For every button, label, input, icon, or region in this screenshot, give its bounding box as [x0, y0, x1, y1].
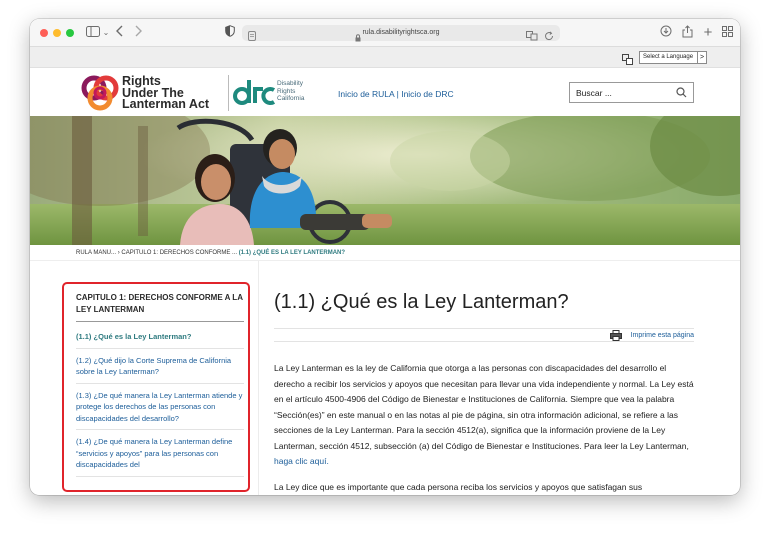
breadcrumb-current: (1.1) ¿QUÉ ES LA LEY LANTERMAN?	[238, 250, 346, 256]
translate-page-icon[interactable]	[526, 28, 538, 41]
address-bar[interactable]: rula.disabilityrightsca.org	[242, 25, 560, 42]
drc-logo-text: Disability Rights California	[277, 80, 305, 102]
nav-link-rula-home[interactable]: Inicio de RULA	[338, 89, 394, 99]
print-page-link[interactable]: Imprime esta página	[631, 330, 694, 342]
site-header: Rights Under The Lanterman Act Disabilit…	[30, 68, 740, 116]
sidebar-list: (1.1) ¿Qué es la Ley Lanterman? (1.2) ¿Q…	[76, 325, 244, 477]
sidebar-item-1-4[interactable]: (1.4) ¿De qué manera la Ley Lanterman de…	[76, 430, 244, 477]
sidebar-heading: CAPITULO 1: DERECHOS CONFORME A LA LEY L…	[76, 293, 243, 314]
printer-icon[interactable]	[610, 330, 622, 341]
search-box	[569, 82, 694, 103]
translate-icon	[622, 52, 633, 65]
drc-logo-icon[interactable]	[233, 78, 275, 108]
content-paragraph-2: La Ley dice que es importante que cada p…	[274, 482, 643, 492]
download-icon[interactable]	[660, 25, 672, 41]
back-icon[interactable]	[114, 25, 126, 41]
sidebar-item-1-1[interactable]: (1.1) ¿Qué es la Ley Lanterman?	[76, 325, 244, 349]
page-title: (1.1) ¿Qué es la Ley Lanterman?	[274, 291, 569, 313]
sidebar-item-1-2[interactable]: (1.2) ¿Qué dijo la Corte Suprema de Cali…	[76, 349, 244, 384]
chevron-right-icon: >	[697, 52, 706, 63]
breadcrumb-item-chapter[interactable]: CAPITULO 1: DERECHOS CONFORME ...	[121, 250, 237, 256]
header-divider	[228, 75, 229, 111]
zoom-window-button[interactable]	[66, 29, 74, 37]
minimize-window-button[interactable]	[53, 29, 61, 37]
search-input[interactable]	[576, 83, 676, 102]
header-nav: Inicio de RULA | Inicio de DRC	[338, 89, 454, 99]
rula-logo-icon[interactable]	[80, 75, 120, 111]
browser-window: ⌄ rula.disabilityrightsca.org + Select a…	[30, 19, 740, 495]
search-icon[interactable]	[676, 87, 687, 98]
content-paragraph-1: La Ley Lanterman es la ley de California…	[274, 363, 694, 466]
nav-separator: |	[396, 89, 399, 99]
print-row: Imprime esta página	[274, 328, 694, 342]
language-select[interactable]: Select a Language >	[639, 51, 707, 64]
close-window-button[interactable]	[40, 29, 48, 37]
chapter-sidebar: CAPITULO 1: DERECHOS CONFORME A LA LEY L…	[62, 282, 250, 492]
tab-overview-icon[interactable]	[721, 25, 733, 41]
privacy-shield-icon[interactable]	[224, 25, 236, 41]
new-tab-icon[interactable]: +	[702, 25, 714, 41]
url-text: rula.disabilityrightsca.org	[362, 29, 440, 36]
breadcrumb-item-manual[interactable]: RULA MANU...	[76, 250, 116, 256]
lanterman-law-link[interactable]: haga clic aquí.	[274, 456, 329, 466]
sidebar-item-1-3[interactable]: (1.3) ¿De qué manera la Ley Lanterman at…	[76, 384, 244, 430]
column-divider	[258, 261, 259, 495]
language-bar: Select a Language >	[30, 47, 740, 68]
nav-link-drc-home[interactable]: Inicio de DRC	[401, 89, 453, 99]
browser-toolbar: ⌄ rula.disabilityrightsca.org +	[30, 19, 740, 47]
breadcrumb: RULA MANU... › CAPITULO 1: DERECHOS CONF…	[30, 245, 740, 261]
hero-image	[30, 116, 740, 245]
reload-icon[interactable]	[544, 28, 554, 41]
breadcrumb-separator: ›	[117, 250, 120, 256]
sidebar-divider	[76, 321, 244, 322]
sidebar-toggle-icon[interactable]	[82, 25, 104, 41]
language-select-label: Select a Language	[643, 54, 694, 60]
chevron-down-icon[interactable]: ⌄	[102, 25, 110, 41]
forward-icon[interactable]	[132, 25, 144, 41]
share-icon[interactable]	[681, 25, 693, 41]
rula-logo-text[interactable]: Rights Under The Lanterman Act	[122, 75, 209, 111]
